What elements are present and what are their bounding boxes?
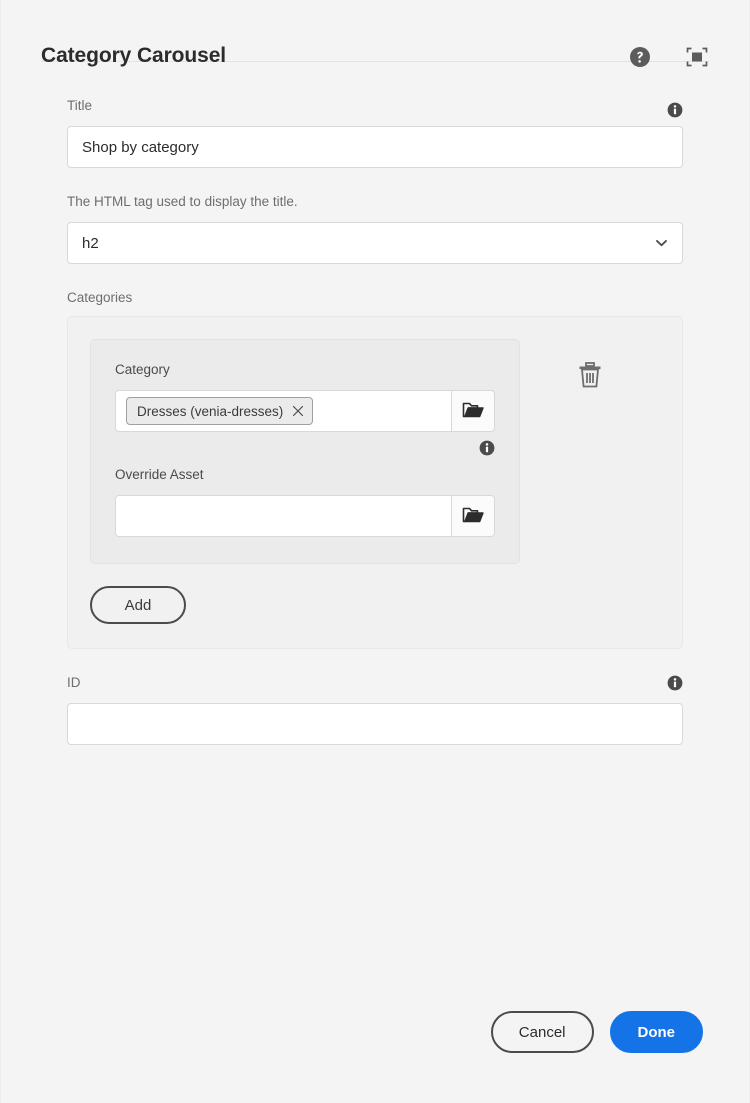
title-field-block: Title bbox=[67, 98, 683, 168]
category-chip-remove-button[interactable] bbox=[292, 405, 304, 417]
page-title: Category Carousel bbox=[41, 44, 226, 68]
title-label: Title bbox=[67, 98, 683, 114]
categories-field-block: Categories Category Dresses (venia-dress… bbox=[67, 290, 683, 649]
category-browse-button[interactable] bbox=[451, 390, 495, 432]
override-asset-picker bbox=[115, 495, 495, 537]
dialog-header: Category Carousel bbox=[41, 0, 709, 62]
title-tag-select[interactable]: h2 bbox=[67, 222, 683, 264]
title-tag-select-value[interactable]: h2 bbox=[67, 222, 683, 264]
category-item-panel: Category Dresses (venia-dresses) bbox=[90, 339, 520, 564]
id-field-block: ID bbox=[67, 675, 683, 745]
category-sub-label: Category bbox=[115, 362, 495, 378]
override-asset-browse-button[interactable] bbox=[451, 495, 495, 537]
title-tag-label: The HTML tag used to display the title. bbox=[67, 194, 683, 210]
override-asset-input[interactable] bbox=[116, 496, 451, 536]
category-carousel-dialog: Category Carousel bbox=[0, 0, 750, 1103]
info-circle-icon bbox=[667, 105, 683, 122]
category-picker: Dresses (venia-dresses) bbox=[115, 390, 495, 432]
title-tag-field-block: The HTML tag used to display the title. … bbox=[67, 194, 683, 264]
categories-multifield: Category Dresses (venia-dresses) bbox=[67, 316, 683, 649]
title-info-button[interactable] bbox=[667, 102, 683, 118]
category-chip: Dresses (venia-dresses) bbox=[126, 397, 313, 425]
fullscreen-icon bbox=[685, 57, 709, 72]
override-asset-info-button[interactable] bbox=[479, 440, 495, 461]
folder-icon bbox=[462, 505, 484, 528]
info-circle-icon bbox=[667, 678, 683, 695]
override-asset-label: Override Asset bbox=[115, 467, 495, 483]
id-input[interactable] bbox=[67, 703, 683, 745]
dialog-footer: Cancel Done bbox=[491, 1011, 703, 1053]
id-label: ID bbox=[67, 675, 683, 691]
id-info-button[interactable] bbox=[667, 675, 683, 691]
fullscreen-button[interactable] bbox=[685, 45, 709, 69]
override-asset-info-row bbox=[115, 440, 495, 461]
done-button[interactable]: Done bbox=[610, 1011, 704, 1053]
info-circle-icon bbox=[479, 443, 495, 460]
category-item-actions bbox=[520, 339, 660, 389]
help-circle-icon bbox=[629, 56, 651, 71]
trash-icon bbox=[577, 377, 603, 392]
category-chip-label: Dresses (venia-dresses) bbox=[137, 404, 283, 419]
folder-icon bbox=[462, 400, 484, 423]
close-icon bbox=[292, 405, 304, 420]
override-asset-field-wrap bbox=[115, 495, 451, 537]
add-category-button[interactable]: Add bbox=[90, 586, 186, 624]
title-input[interactable] bbox=[67, 126, 683, 168]
category-picker-field[interactable]: Dresses (venia-dresses) bbox=[115, 390, 451, 432]
categories-label: Categories bbox=[67, 290, 683, 306]
cancel-button[interactable]: Cancel bbox=[491, 1011, 594, 1053]
header-actions bbox=[629, 44, 709, 69]
delete-category-button[interactable] bbox=[577, 361, 603, 389]
categories-item-row: Category Dresses (venia-dresses) bbox=[90, 339, 660, 564]
dialog-body: Title The HTML tag used to display the t… bbox=[1, 98, 749, 745]
help-button[interactable] bbox=[629, 46, 651, 68]
